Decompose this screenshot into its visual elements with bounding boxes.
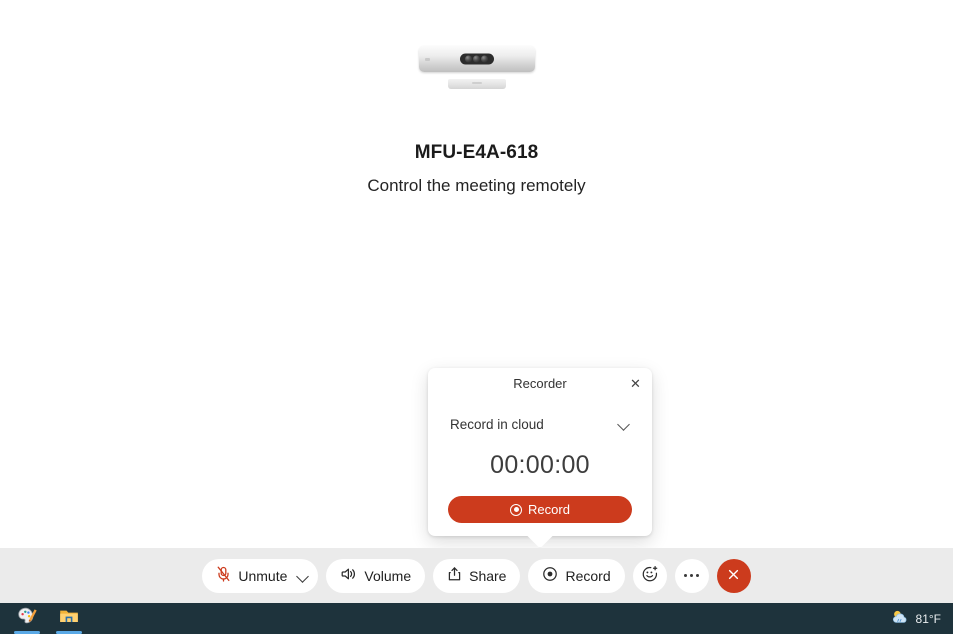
close-x-icon xyxy=(726,567,741,585)
share-button[interactable]: Share xyxy=(433,558,521,593)
recording-timer: 00:00:00 xyxy=(490,451,590,479)
chevron-down-icon[interactable] xyxy=(296,569,310,583)
speaker-icon xyxy=(340,566,357,585)
video-bar-device-icon xyxy=(418,46,535,72)
taskbar-app-list xyxy=(0,605,84,634)
weather-widget[interactable]: 81°F xyxy=(890,608,953,629)
microphone-muted-icon xyxy=(216,566,231,585)
unmute-label: Unmute xyxy=(238,567,288,584)
folder-icon xyxy=(58,605,80,632)
record-label: Record xyxy=(565,567,611,584)
start-record-button[interactable]: Record xyxy=(448,496,632,523)
reactions-button[interactable] xyxy=(632,558,667,593)
unmute-button[interactable]: Unmute xyxy=(202,558,319,593)
camera-lens-icon xyxy=(459,53,494,65)
recorder-popup: Recorder ✕ Record in cloud 00:00:00 Reco… xyxy=(428,368,652,536)
share-label: Share xyxy=(469,567,507,584)
volume-button[interactable]: Volume xyxy=(326,558,426,593)
meeting-toolbar: Unmute Volume Share Record xyxy=(0,548,953,603)
device-name: MFU-E4A-618 xyxy=(414,142,539,163)
active-indicator xyxy=(14,630,40,634)
active-indicator xyxy=(56,630,82,634)
share-upload-icon xyxy=(447,566,462,585)
record-mode-dropdown[interactable]: Record in cloud xyxy=(428,411,652,437)
close-icon[interactable]: ✕ xyxy=(626,374,645,393)
volume-label: Volume xyxy=(364,567,412,584)
reaction-smiley-icon xyxy=(641,565,659,586)
weather-temperature: 81°F xyxy=(915,611,941,626)
device-led-icon xyxy=(424,58,430,61)
recorder-title: Recorder xyxy=(513,375,567,391)
record-mode-value: Record in cloud xyxy=(450,416,544,432)
meeting-app-window: MFU-E4A-618 Control the meeting remotely… xyxy=(0,0,953,634)
chevron-down-icon xyxy=(618,418,630,430)
more-options-button[interactable] xyxy=(674,558,709,593)
start-record-label: Record xyxy=(528,502,570,517)
record-button[interactable]: Record xyxy=(528,558,625,593)
sun-behind-cloud-icon xyxy=(890,608,910,629)
device-subtitle: Control the meeting remotely xyxy=(367,176,586,195)
meeting-stage: MFU-E4A-618 Control the meeting remotely… xyxy=(0,0,953,548)
paint-palette-icon xyxy=(16,605,38,632)
record-dot-icon xyxy=(542,566,558,585)
windows-taskbar: 81°F xyxy=(0,603,953,634)
leave-meeting-button[interactable] xyxy=(716,558,751,593)
device-stand-icon xyxy=(447,79,506,89)
more-options-icon xyxy=(684,574,700,577)
record-dot-icon xyxy=(510,503,523,516)
taskbar-item-file-explorer[interactable] xyxy=(54,605,84,634)
taskbar-item-paint[interactable] xyxy=(12,605,42,634)
recorder-header: Recorder ✕ xyxy=(428,368,652,398)
device-illustration xyxy=(0,46,953,89)
